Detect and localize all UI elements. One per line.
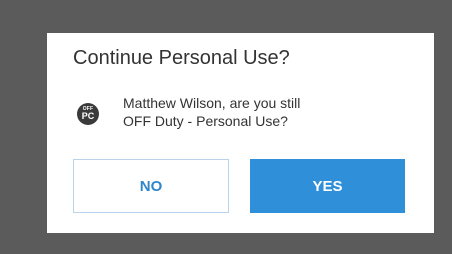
badge-bottom-text: PC	[81, 111, 95, 121]
message-line-2: OFF Duty - Personal Use?	[123, 113, 288, 129]
dialog-title: Continue Personal Use?	[73, 47, 290, 69]
no-button[interactable]: NO	[73, 159, 229, 213]
yes-button[interactable]: YES	[250, 159, 405, 213]
message-line-1: Matthew Wilson, are you still	[123, 95, 301, 111]
continue-personal-use-dialog: Continue Personal Use? OFF PC Matthew Wi…	[47, 33, 434, 233]
off-duty-pc-icon: OFF PC	[77, 103, 99, 125]
dialog-message: Matthew Wilson, are you still OFF Duty -…	[123, 94, 300, 130]
